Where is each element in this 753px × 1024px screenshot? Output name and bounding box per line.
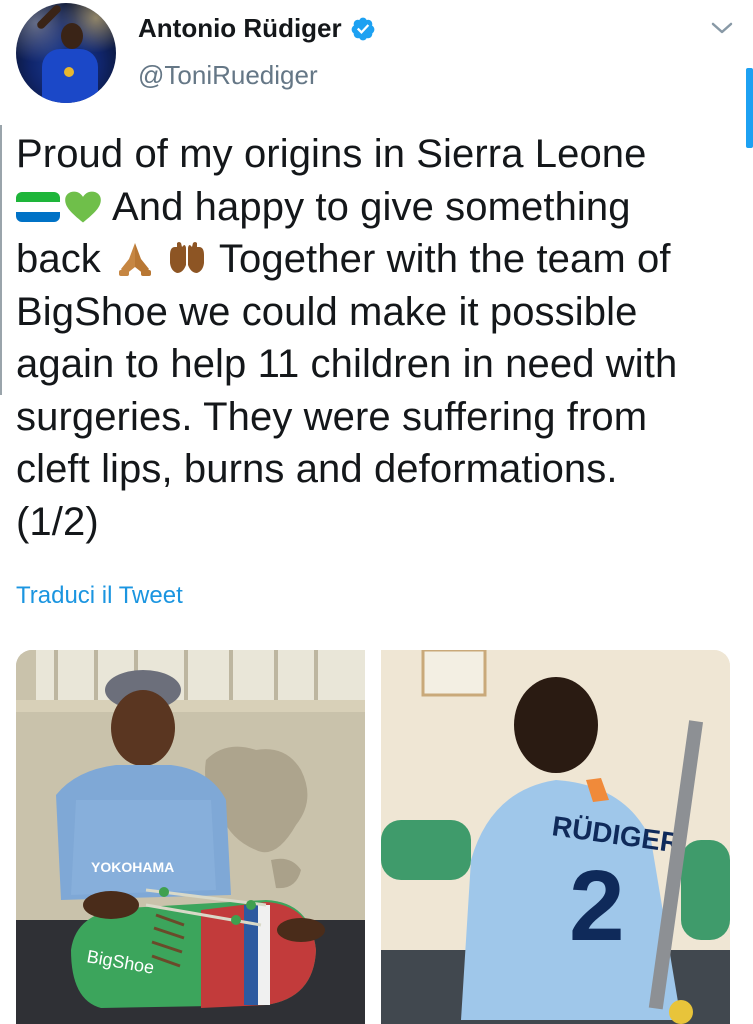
tweet-line: again to help 11 children in need with bbox=[16, 342, 678, 386]
avatar[interactable] bbox=[16, 3, 116, 103]
sierra-leone-flag-icon bbox=[16, 191, 60, 222]
thread-line bbox=[0, 125, 2, 395]
tweet-line: cleft lips, burns and deformations. bbox=[16, 447, 618, 491]
tweet-line: (1/2) bbox=[16, 499, 99, 544]
photo-boy-jersey: RÜDIGER 2 bbox=[381, 650, 730, 1024]
tweet-photo-1[interactable]: YOKOHAMA BigShoe bbox=[16, 650, 365, 1024]
tweet-line: BigShoe we could make it possible bbox=[16, 289, 638, 334]
photo-boy-bigshoe: YOKOHAMA BigShoe bbox=[16, 650, 365, 1024]
raised-hands-icon bbox=[169, 242, 204, 274]
tweet-line: surgeries. They were suffering from bbox=[16, 394, 648, 439]
tweet-text: Proud of my origins in Sierra Leone And … bbox=[16, 128, 736, 548]
green-heart-icon bbox=[65, 191, 101, 223]
jersey-number: 2 bbox=[569, 850, 625, 962]
tweet-line: And happy to give something bbox=[16, 181, 736, 234]
author-name[interactable]: Antonio Rüdiger bbox=[138, 13, 342, 44]
jersey-sponsor-text: YOKOHAMA bbox=[91, 859, 174, 875]
tweet-line: back Together with the team of bbox=[16, 237, 671, 281]
author-handle[interactable]: @ToniRuediger bbox=[138, 60, 318, 91]
tweet-line: Proud of my origins in Sierra Leone bbox=[16, 132, 647, 176]
translate-tweet-link[interactable]: Traduci il Tweet bbox=[16, 582, 183, 610]
verified-badge-icon bbox=[351, 17, 375, 40]
chevron-down-icon[interactable] bbox=[709, 18, 735, 38]
folded-hands-icon bbox=[118, 243, 151, 277]
tweet-photo-2[interactable]: RÜDIGER 2 bbox=[381, 650, 730, 1024]
author-name-row: Antonio Rüdiger bbox=[138, 13, 376, 44]
scrollbar-thumb[interactable] bbox=[746, 68, 753, 148]
